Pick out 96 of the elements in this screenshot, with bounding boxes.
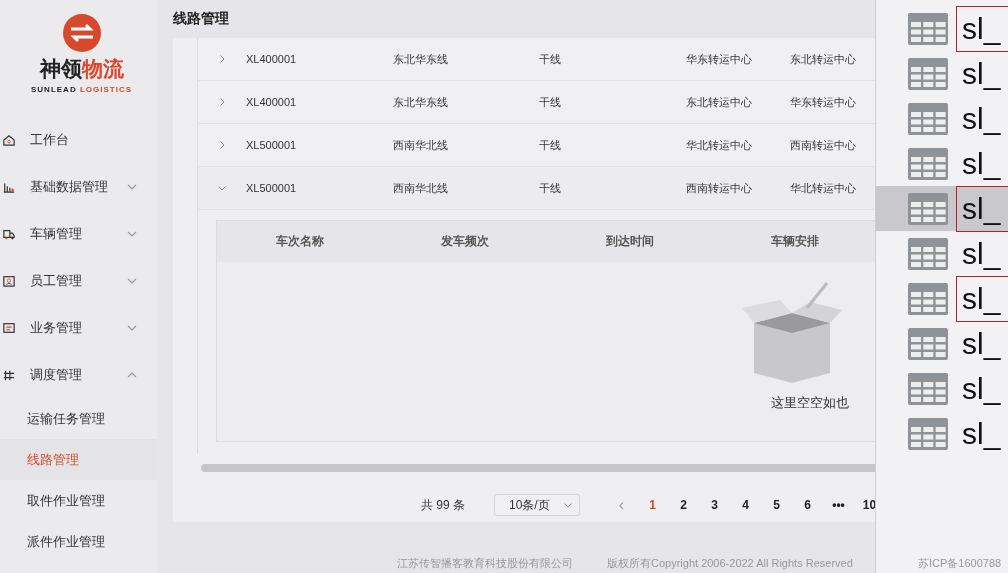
chevron-icon [563,502,572,508]
table-cell-text: 干线 [539,94,562,110]
table-cell-text: 西南华北线 [393,137,449,153]
logo-icon [61,13,102,53]
table-cell-text: XL500001 [246,182,298,194]
table-icon [908,237,948,270]
submenu-item[interactable]: 取件作业管理 [0,480,157,521]
highlight-frame: sl_ [956,275,1008,322]
column-header: 发车频次 [439,233,490,250]
table-list-item[interactable]: sl_ [876,141,1008,186]
menu-item[interactable]: 调度管理 [0,351,157,398]
table-cell-text: 华东转运中心 [790,94,857,110]
menu-icon [3,273,15,288]
chevron-icon [127,277,137,284]
page-size-select[interactable]: 10条/页 [494,494,580,516]
page-button[interactable]: ••• [823,498,854,512]
table-cell-text: 西南华北线 [393,180,449,196]
table-cell-text: XL500001 [246,139,298,151]
table-cell-text: 东北华东线 [393,51,449,67]
table-cell-text: 华东转运中心 [686,51,753,67]
table-list-item[interactable]: sl_ [876,411,1008,456]
page-button[interactable]: 1 [637,498,668,512]
table-list-item[interactable]: sl_ [876,6,1008,51]
chevron-right-icon [218,141,226,149]
column-header: 车次名称 [274,233,325,250]
column-header: 车辆安排 [769,233,820,250]
menu-item[interactable]: 业务管理 [0,304,157,351]
chevron-right-icon [218,55,226,63]
submenu-item[interactable]: 运输任务管理 [0,398,157,439]
table-list-item[interactable]: sl_ [876,96,1008,141]
chevron-icon [127,371,137,378]
highlight-frame: sl_ [956,320,1008,367]
table-icon [908,282,948,315]
footer-company: 江苏传智播客教育科技股份有限公司 [397,557,573,570]
menu-item[interactable]: 员工管理 [0,257,157,304]
table-cell-text: 干线 [539,180,562,196]
table-cell-text: 东北转运中心 [790,51,857,67]
table-cell-text: 干线 [539,51,562,67]
table-cell-text: 华北转运中心 [686,137,753,153]
chevron-icon [127,230,137,237]
highlight-frame: sl_ [956,410,1008,457]
table-icon [908,372,948,405]
page-title: 线路管理 [172,9,230,28]
table-list-item[interactable]: sl_ [876,321,1008,366]
table-icon [908,102,948,135]
chevron-icon [127,183,137,190]
table-list-item[interactable]: sl_ [876,276,1008,321]
chevron-icon [127,324,137,331]
footer-copyright: 版权所有Copyright 2006-2022 All Rights Reserved [607,557,853,570]
table-list-item[interactable]: sl_ [876,231,1008,276]
highlight-frame: sl_ [956,230,1008,277]
table-cell-text: 西南转运中心 [790,137,857,153]
brand-subtitle: SUNLEAD LOGISTICS [31,85,132,94]
table-icon [908,417,948,450]
column-header: 到达时间 [604,233,655,250]
table-icon [908,147,948,180]
chevron-right-icon [218,98,226,106]
menu-item[interactable]: 工作台 [0,116,157,163]
chevron-down-icon [218,184,226,192]
brand-name: 神领物流 [39,56,124,82]
table-icon [908,192,948,225]
highlight-frame: sl_ [956,5,1008,52]
table-list-item[interactable]: sl_ [876,51,1008,96]
table-icon [908,12,948,45]
highlight-frame: sl_ [956,95,1008,142]
table-list-item[interactable]: sl_ [876,186,1008,231]
table-icon [908,327,948,360]
highlight-frame: sl_ [956,140,1008,187]
scrollbar[interactable] [201,464,875,472]
submenu-item[interactable]: 派件作业管理 [0,521,157,562]
total-count: 共 99 条 [421,496,465,514]
table-cell-text: 西南转运中心 [686,180,753,196]
page-button[interactable]: 5 [761,498,792,512]
highlight-frame: sl_ [956,50,1008,97]
menu-item[interactable]: 车辆管理 [0,210,157,257]
submenu-item[interactable]: 线路管理 [0,439,157,480]
menu-icon [3,320,15,335]
page-button[interactable]: 4 [730,498,761,512]
highlight-frame: sl_ [956,365,1008,412]
table-cell-text: 干线 [539,137,562,153]
footer-icp: 苏ICP备1600788 [917,557,1003,570]
table-cell-text: 华北转运中心 [790,180,857,196]
highlight-frame: sl_ [956,185,1008,232]
menu-item[interactable]: 基础数据管理 [0,163,157,210]
page-button[interactable]: 3 [699,498,730,512]
table-list-item[interactable]: sl_ [876,366,1008,411]
table-cell-text: 东北转运中心 [686,94,753,110]
page-button[interactable]: 6 [792,498,823,512]
table-cell-text: XL400001 [246,53,298,65]
table-cell-text: XL400001 [246,96,298,108]
page-button[interactable]: 10 [854,498,875,512]
empty-message: 这里空空如也 [771,394,849,412]
table-cell-text: 东北华东线 [393,94,449,110]
page-button[interactable]: 2 [668,498,699,512]
menu-icon [3,132,15,147]
table-icon [908,57,948,90]
